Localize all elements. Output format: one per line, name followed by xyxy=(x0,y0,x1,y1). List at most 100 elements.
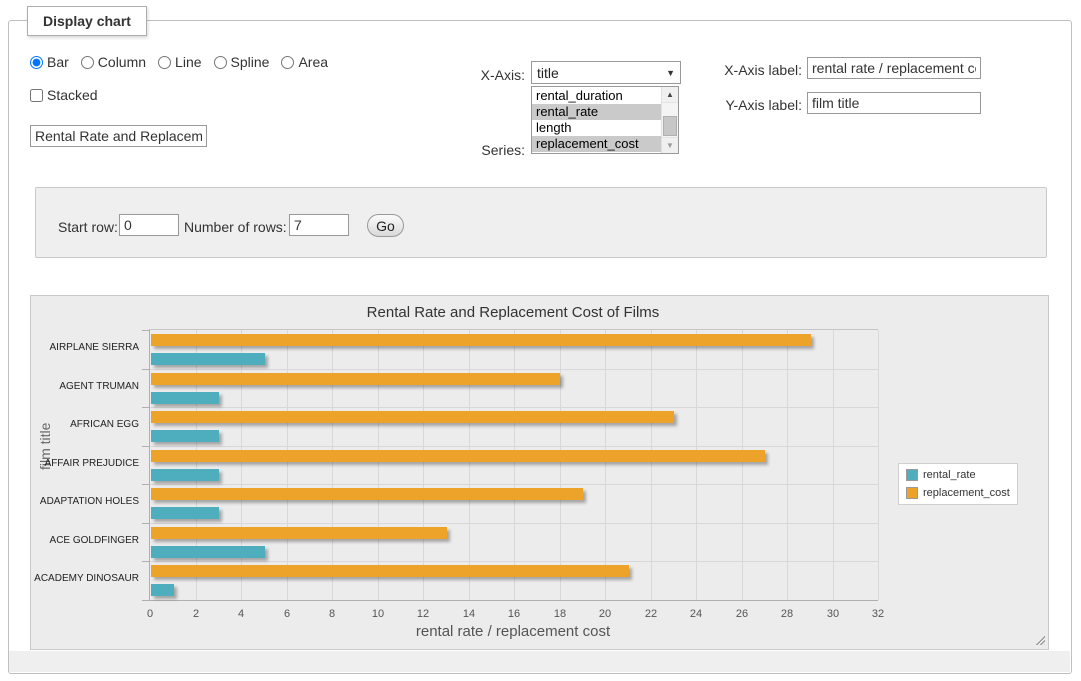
category-label: AGENT TRUMAN xyxy=(31,381,139,392)
chart-legend: rental_rate replacement_cost xyxy=(898,463,1018,505)
fieldset-legend: Display chart xyxy=(27,6,147,36)
radio-option-line[interactable]: Line xyxy=(158,54,201,70)
y-axis-tick xyxy=(142,484,150,485)
gridline-vertical xyxy=(469,330,470,600)
num-rows-label: Number of rows: xyxy=(184,219,287,235)
x-tick-label: 8 xyxy=(317,608,347,620)
bar-radio[interactable] xyxy=(30,56,43,69)
series-option-replacement-cost[interactable]: replacement_cost xyxy=(532,136,661,152)
radio-option-column[interactable]: Column xyxy=(81,54,146,70)
x-axis-selected-value: title xyxy=(537,65,559,81)
gridline-vertical xyxy=(514,330,515,600)
bar-rental_rate xyxy=(151,353,265,365)
x-axis-label-caption: X-Axis label: xyxy=(722,62,802,78)
y-axis-tick xyxy=(142,523,150,524)
column-radio-label: Column xyxy=(98,54,146,70)
line-radio[interactable] xyxy=(158,56,171,69)
series-options: rental_duration rental_rate length repla… xyxy=(532,87,661,153)
column-radio[interactable] xyxy=(81,56,94,69)
category-label: AIRPLANE SIERRA xyxy=(31,342,139,353)
start-row-input[interactable] xyxy=(119,214,179,236)
chart-title-input[interactable] xyxy=(30,125,207,147)
category-label: ADAPTATION HOLES xyxy=(31,496,139,507)
y-axis-label-input[interactable] xyxy=(807,92,981,114)
bar-radio-label: Bar xyxy=(47,54,69,70)
bar-rental_rate xyxy=(151,584,174,596)
gridline-vertical xyxy=(196,330,197,600)
go-button[interactable]: Go xyxy=(367,214,404,237)
series-option-length[interactable]: length xyxy=(532,120,661,136)
gridline-vertical xyxy=(287,330,288,600)
y-axis-label-caption: Y-Axis label: xyxy=(722,97,802,113)
area-radio-label: Area xyxy=(298,54,328,70)
bar-replacement_cost xyxy=(151,565,629,577)
x-tick-label: 28 xyxy=(772,608,802,620)
scroll-down-icon[interactable]: ▼ xyxy=(662,137,678,153)
gridline-horizontal xyxy=(150,484,878,485)
x-tick-label: 0 xyxy=(135,608,165,620)
gridline-vertical xyxy=(332,330,333,600)
bar-rental_rate xyxy=(151,507,219,519)
x-axis-select-label: X-Axis: xyxy=(470,67,525,83)
x-tick-label: 32 xyxy=(863,608,893,620)
chart-type-radio-group: Bar Column Line Spline Area xyxy=(30,54,328,70)
x-tick-label: 16 xyxy=(499,608,529,620)
spline-radio-label: Spline xyxy=(231,54,270,70)
gridline-vertical xyxy=(878,330,879,600)
select-dropdown-arrow-icon: ▼ xyxy=(666,68,675,78)
gridline-vertical xyxy=(787,330,788,600)
gridline-horizontal xyxy=(150,407,878,408)
bar-replacement_cost xyxy=(151,450,765,462)
x-tick-label: 30 xyxy=(818,608,848,620)
chart-builder-page: Display chart Bar Column Line Spline Are… xyxy=(0,0,1081,681)
category-label: ACE GOLDFINGER xyxy=(31,535,139,546)
x-axis-select[interactable]: title ▼ xyxy=(531,61,681,84)
gridline-vertical xyxy=(378,330,379,600)
series-list-scrollbar[interactable]: ▲ ▼ xyxy=(661,87,678,153)
x-tick-label: 2 xyxy=(181,608,211,620)
rows-panel: Start row: Number of rows: Go xyxy=(35,187,1047,258)
radio-option-spline[interactable]: Spline xyxy=(214,54,270,70)
y-axis-tick xyxy=(142,561,150,562)
gridline-vertical xyxy=(605,330,606,600)
radio-option-area[interactable]: Area xyxy=(281,54,328,70)
spline-radio[interactable] xyxy=(214,56,227,69)
radio-option-bar[interactable]: Bar xyxy=(30,54,69,70)
y-axis-tick xyxy=(142,330,150,331)
series-option-rental-rate[interactable]: rental_rate xyxy=(532,104,661,120)
y-axis-tick xyxy=(142,407,150,408)
scrollbar-thumb[interactable] xyxy=(663,116,677,136)
bar-rental_rate xyxy=(151,469,219,481)
x-axis-label-input[interactable] xyxy=(807,57,981,79)
scroll-up-icon[interactable]: ▲ xyxy=(662,87,678,103)
gridline-horizontal xyxy=(150,446,878,447)
bar-replacement_cost xyxy=(151,527,447,539)
x-tick-label: 10 xyxy=(363,608,393,620)
stacked-label: Stacked xyxy=(47,87,98,103)
x-tick-label: 6 xyxy=(272,608,302,620)
x-tick-label: 4 xyxy=(226,608,256,620)
legend-item-replacement-cost: replacement_cost xyxy=(906,487,1010,499)
gridline-vertical xyxy=(742,330,743,600)
bar-replacement_cost xyxy=(151,373,560,385)
stacked-option[interactable]: Stacked xyxy=(30,87,98,103)
series-option-rental-duration[interactable]: rental_duration xyxy=(532,88,661,104)
x-tick-label: 20 xyxy=(590,608,620,620)
chart-title: Rental Rate and Replacement Cost of Film… xyxy=(149,304,877,321)
x-tick-label: 22 xyxy=(636,608,666,620)
chart-resize-handle-icon[interactable] xyxy=(1034,634,1045,645)
legend-swatch-replacement-cost xyxy=(906,487,918,499)
x-tick-label: 18 xyxy=(545,608,575,620)
series-label: Series: xyxy=(470,142,525,158)
fieldset-bottom-strip xyxy=(9,651,1070,672)
legend-label-replacement-cost: replacement_cost xyxy=(923,487,1010,499)
area-radio[interactable] xyxy=(281,56,294,69)
gridline-vertical xyxy=(696,330,697,600)
legend-item-rental-rate: rental_rate xyxy=(906,469,1010,481)
stacked-checkbox[interactable] xyxy=(30,89,43,102)
num-rows-input[interactable] xyxy=(289,214,349,236)
gridline-vertical xyxy=(560,330,561,600)
series-multiselect[interactable]: rental_duration rental_rate length repla… xyxy=(531,86,679,154)
bar-rental_rate xyxy=(151,546,265,558)
category-label: AFRICAN EGG xyxy=(31,419,139,430)
